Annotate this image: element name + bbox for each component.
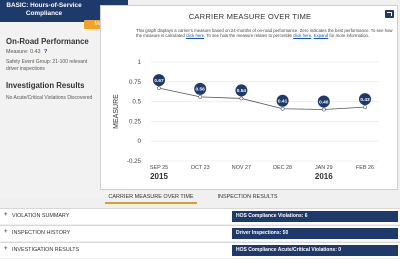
series-line	[158, 87, 366, 110]
data-point	[321, 107, 326, 112]
x-tick-label: NOV 27	[232, 165, 251, 171]
measure-text: Measure: 0.43	[6, 49, 41, 55]
accordion-violation-summary[interactable]: + VIOLATION SUMMARY HOS Compliance Viola…	[0, 208, 400, 224]
safety-event-group-text-cont: driver inspections	[6, 66, 45, 72]
y-tick-label: 0.75	[129, 79, 142, 86]
chart-desc-text: . To see how the measure relates to perc…	[204, 33, 294, 39]
data-label: 0.43	[360, 97, 370, 103]
data-label: 0.40	[319, 99, 329, 105]
y-tick-label: 1	[138, 59, 142, 66]
expand-plus-icon[interactable]: +	[4, 212, 8, 218]
help-icon[interactable]: ?	[44, 49, 47, 55]
status-badge: HOS Compliance Violations: 6	[232, 211, 398, 222]
data-point	[280, 106, 285, 111]
x-tick-label: OCT 23	[191, 165, 210, 171]
x-tick-label: JAN 29	[315, 165, 333, 171]
percentile-link[interactable]: click here	[293, 33, 311, 38]
measure-row: Measure: 0.43 ?	[6, 49, 47, 55]
expand-icon[interactable]	[385, 10, 394, 18]
status-badge: HOS Compliance Acute/Critical Violations…	[232, 245, 398, 256]
accordion-label[interactable]: VIOLATION SUMMARY	[12, 213, 69, 219]
tab-carrier-measure[interactable]: CARRIER MEASURE OVER TIME	[105, 194, 197, 200]
x-tick-label: DEC 28	[273, 165, 292, 171]
accordion-investigation-results[interactable]: + INVESTIGATION RESULTS HOS Compliance A…	[0, 242, 400, 258]
data-point	[157, 86, 161, 91]
expand-plus-icon[interactable]: +	[4, 229, 8, 235]
data-point	[239, 96, 244, 101]
x-tick-label: SEP 25	[150, 165, 168, 171]
onroad-performance-title: On-Road Performance	[6, 37, 89, 46]
chart-title: CARRIER MEASURE OVER TIME	[188, 12, 312, 21]
y-tick-label: 0.5	[132, 99, 141, 106]
tab-bar: CARRIER MEASURE OVER TIME INSPECTION RES…	[0, 190, 400, 204]
tab-inspection-results[interactable]: INSPECTION RESULTS	[210, 194, 285, 200]
data-label: 0.54	[237, 88, 247, 94]
y-axis-label: MEASURE	[113, 94, 120, 129]
chart-panel: 1 0.75 0.5 0.25 0 -0.25 MEASURE SEP 25 OCT 23 NOV…	[100, 5, 398, 190]
data-point	[363, 105, 367, 110]
data-label: 0.41	[278, 99, 288, 105]
y-tick-label: 0.25	[129, 118, 142, 125]
year-label: 2016	[315, 172, 333, 181]
data-point	[198, 94, 203, 99]
data-label: 0.67	[154, 78, 164, 84]
accordion-inspection-history[interactable]: + INSPECTION HISTORY Driver Inspections:…	[0, 225, 400, 241]
basic-title: BASIC: Hours-of-Service Compliance	[6, 2, 82, 18]
expand-link[interactable]: Expand	[314, 33, 329, 38]
safety-event-group-text: Safety Event Group: 21-100 relevant	[6, 59, 88, 65]
x-tick-label: FEB 26	[356, 165, 374, 171]
accordion-label[interactable]: INVESTIGATION RESULTS	[12, 247, 79, 253]
active-tab-underline	[105, 202, 197, 204]
data-label: 0.56	[196, 87, 206, 93]
y-tick-label: -0.25	[127, 158, 142, 165]
y-tick-label: 0	[138, 138, 142, 145]
year-label: 2015	[150, 172, 168, 181]
chart-description: This graph displays a carrier's measure …	[136, 28, 394, 39]
accordion-label[interactable]: INSPECTION HISTORY	[12, 230, 70, 236]
chart-desc-text: for more information.	[328, 33, 370, 39]
calc-measure-link[interactable]: click here	[186, 33, 204, 38]
status-badge: Driver Inspections: 50	[232, 228, 398, 239]
expand-plus-icon[interactable]: +	[4, 246, 8, 252]
investigation-results-title: Investigation Results	[6, 81, 85, 90]
investigation-results-text: No Acute/Critical Violations Discovered	[6, 95, 93, 101]
